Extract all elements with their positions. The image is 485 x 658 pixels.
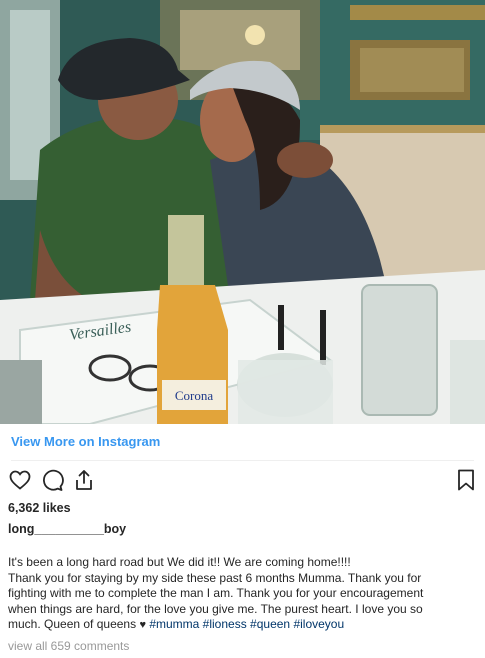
speech-bubble-icon[interactable]: [40, 468, 64, 492]
heart-glyph: ♥: [139, 619, 146, 632]
caption-body: Thank you for staying by my side these p…: [8, 571, 448, 634]
photo-illustration: Versailles Corona: [0, 0, 485, 424]
username-link[interactable]: long__________boy: [8, 522, 126, 536]
divider: [11, 460, 474, 461]
hashtag-queen[interactable]: #queen: [250, 617, 290, 631]
bookmark-icon[interactable]: [454, 468, 478, 492]
caption: It's been a long hard road but We did it…: [8, 555, 448, 634]
heart-outline-icon[interactable]: [8, 468, 32, 492]
view-all-comments-link[interactable]: view all 659 comments: [8, 639, 129, 653]
hashtag-iloveyou[interactable]: #iloveyou: [293, 617, 344, 631]
post-photo[interactable]: Versailles Corona: [0, 0, 485, 424]
bottle-label: Corona: [175, 388, 214, 403]
share-upload-icon[interactable]: [72, 468, 96, 492]
caption-line-1: It's been a long hard road but We did it…: [8, 555, 351, 569]
hashtag-mumma[interactable]: #mumma: [149, 617, 199, 631]
likes-count[interactable]: 6,362 likes: [8, 501, 71, 515]
action-bar: [0, 468, 485, 494]
view-more-on-instagram-link[interactable]: View More on Instagram: [11, 434, 160, 449]
hashtag-lioness[interactable]: #lioness: [203, 617, 247, 631]
